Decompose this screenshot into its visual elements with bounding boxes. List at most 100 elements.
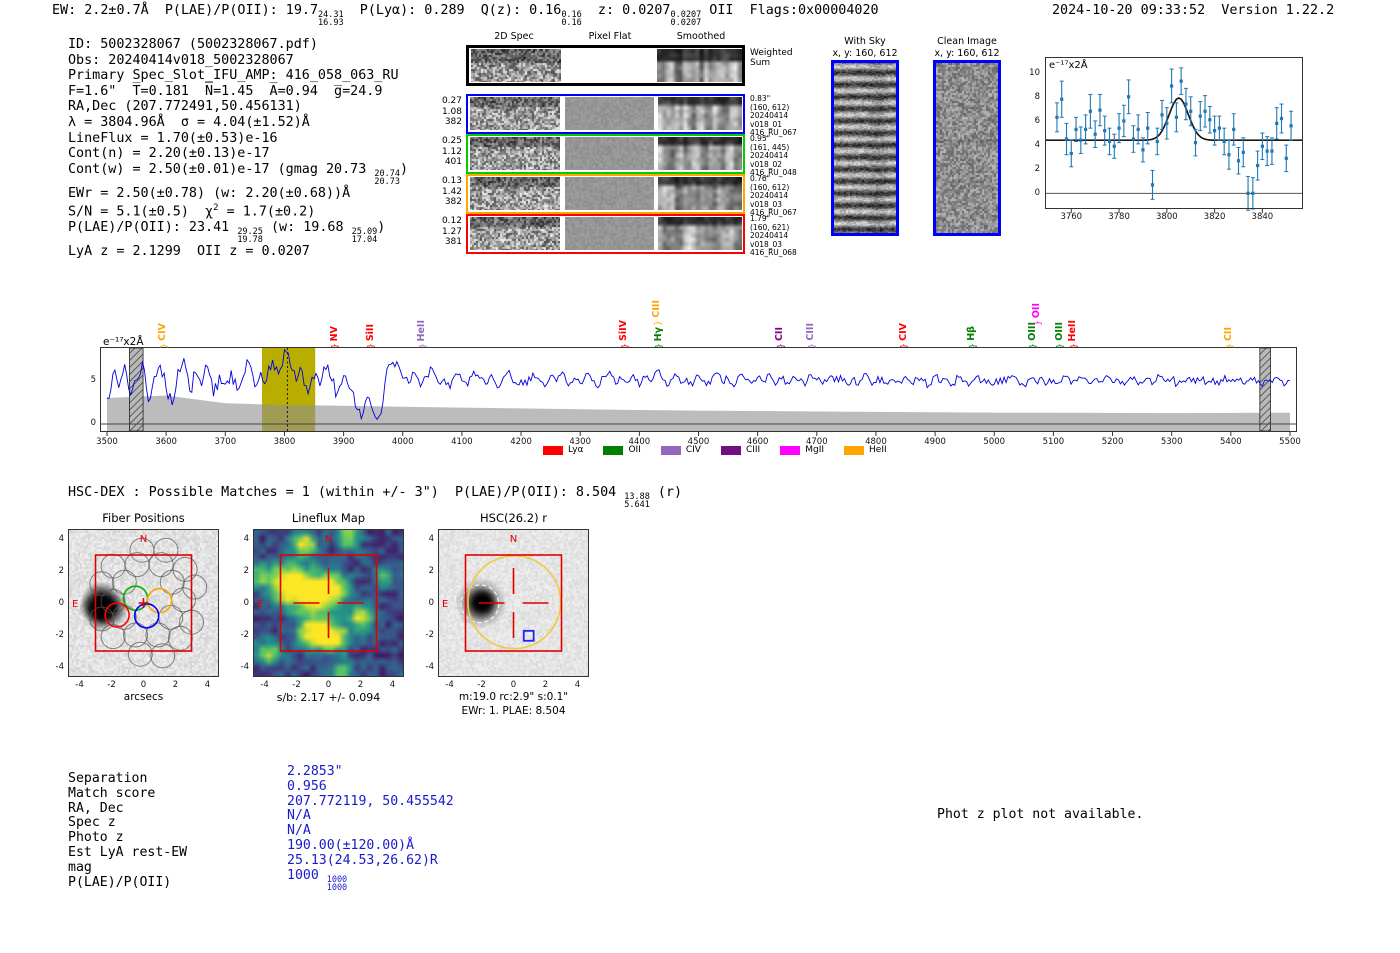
spectrum-x-tick-label: 5300: [1160, 437, 1183, 447]
svg-text:E: E: [442, 599, 448, 610]
inset-flux-units-annotation: e⁻¹⁷x2Å: [1049, 60, 1088, 71]
weighted-sum-row: [466, 45, 745, 86]
cutout-y-tick-label: 2: [243, 566, 249, 576]
legend-label: CIII: [745, 445, 761, 455]
line-fit-inset-plot: [1045, 57, 1303, 215]
table-row-value: 2.2853": [287, 764, 343, 779]
legend-swatch: [720, 445, 741, 455]
row-left-label-line: 382: [444, 197, 462, 207]
emission-line-label: NV {: [327, 302, 341, 350]
row-left-labels: 0.27 1.08 382: [418, 96, 462, 128]
svg-text:N: N: [510, 534, 517, 545]
row-2dspec-image: [470, 217, 560, 250]
row-left-labels: 0.12 1.27 381: [418, 216, 462, 248]
cutout-x-tick-label: -4: [75, 680, 84, 690]
row-right-label-line: 416_RU_068: [750, 248, 797, 257]
info-line: LyA z = 2.1299 OII z = 0.0207: [68, 244, 310, 260]
emission-line-label-text: CIV: [897, 323, 909, 341]
row-left-label-line: 0.12: [441, 216, 462, 226]
match-table-values: 2.2853" 0.956 207.772119, 50.455542 N/A N/A 1…: [287, 764, 454, 892]
lineflux-map-title: Lineflux Map: [291, 511, 366, 525]
cutout-y-tick-label: 2: [428, 566, 434, 576]
cutout-x-tick-label: -2: [477, 680, 486, 690]
emission-line-label-brace: {: [618, 343, 629, 349]
emission-line-label-brace: {: [416, 343, 427, 349]
inset-x-tick-label: 3760: [1060, 212, 1083, 222]
emission-line-label-brace: {: [805, 343, 816, 349]
emission-line-label-brace: {: [1031, 320, 1042, 326]
emission-line-label-brace: {: [966, 343, 977, 349]
row-left-label-line: 0.27: [441, 96, 462, 106]
cutout-x-tick-label: 4: [204, 680, 211, 690]
cutout-y-tick-label: 2: [58, 566, 64, 576]
emission-line-label-brace: {: [157, 343, 168, 349]
legend-item: HeII: [844, 445, 887, 455]
table-row-label: mag: [68, 859, 92, 875]
emission-line-label: CIV {: [896, 302, 910, 350]
table-row-value: N/A: [287, 808, 311, 824]
hsc-cutout-title: HSC(26.2) r: [480, 511, 547, 525]
row-2dspec-image: [470, 97, 560, 130]
table-row-value: 25.13(24.53,26.62)R: [287, 852, 438, 868]
spectrum-x-tick-label: 3500: [96, 437, 118, 447]
info-line: Cont(n) = 2.20(±0.13)e-17: [68, 146, 270, 162]
emission-line-label-text: NV: [328, 325, 340, 341]
row-left-label-line: 401: [444, 157, 462, 167]
column-header-2dspec: 2D Spec: [494, 31, 534, 42]
row-left-label-line: 1.27: [441, 226, 462, 237]
emission-line-label-brace: {: [365, 343, 376, 349]
emission-line-label-text: CIII: [805, 323, 817, 341]
stacked-fraction: 24.31 16.93: [318, 10, 344, 28]
cutout-x-tick-label: -2: [292, 680, 301, 690]
row-smoothed-image: [658, 217, 742, 250]
table-row-value: 207.772119, 50.455542: [287, 793, 454, 809]
table-row-label: Est LyA rest-EW: [68, 844, 188, 860]
withsky-title-text: With Sky: [844, 36, 886, 47]
cutout-x-tick-label: 4: [574, 680, 581, 690]
row-left-label-line: 0.25: [441, 136, 462, 146]
legend-swatch: [660, 445, 681, 455]
fiber-positions-xlabel: arcsecs: [123, 691, 164, 703]
stacked-fraction: 0.16 0.16: [561, 10, 582, 28]
legend-item: Lyα: [543, 445, 583, 455]
legend-item: MgII: [780, 445, 824, 455]
emission-line-label-text: CII: [774, 326, 786, 341]
row-smoothed-image: [658, 137, 742, 170]
weighted-sum-label-line: Weighted: [750, 48, 793, 58]
withsky-image-panel: [831, 60, 899, 236]
fiber-cutout-row: [466, 94, 745, 134]
inset-y-tick-label: 8: [1034, 91, 1040, 102]
svg-text:E: E: [72, 599, 78, 610]
emission-line-label-brace: {: [774, 343, 785, 349]
spectrum-x-tick-label: 3600: [155, 437, 177, 447]
cleanimage-title: Clean Image x, y: 160, 612: [922, 36, 1012, 59]
plot-overlay-svg: NE: [253, 529, 404, 677]
emission-line-label-text: CIV: [157, 323, 169, 341]
emission-line-label: CIV {: [156, 302, 170, 350]
hsc-caption-1: m:19.0 rc:2.9" s:0.1": [458, 691, 569, 703]
cutout-y-tick-label: 0: [243, 598, 249, 608]
fiber-cutout-row: [466, 174, 745, 214]
inset-x-tick-label: 3840: [1251, 212, 1274, 222]
info-line: ID: 5002328067 (5002328067.pdf): [68, 37, 318, 52]
fiber-positions-title: Fiber Positions: [102, 511, 185, 525]
emission-line-label: CII {: [1221, 302, 1235, 350]
inset-y-tick-label: 2: [1034, 164, 1040, 175]
row-left-label-line: 382: [444, 117, 462, 127]
emission-line-label-text: CII: [1222, 326, 1234, 341]
legend-item: CIII: [720, 445, 761, 455]
cutout-y-tick-label: 4: [243, 534, 249, 544]
hsc-cutout-plot: NE: [438, 529, 589, 677]
emission-line-label: OIII {: [1052, 302, 1066, 350]
spectrum-x-tick-label: 5500: [1279, 437, 1301, 447]
fiber-cutout-row: [466, 134, 745, 174]
emission-line-label-text: HeII: [416, 319, 428, 341]
row-left-label-line: 1.12: [441, 146, 462, 157]
legend-swatch: [844, 445, 865, 455]
legend-label: OII: [628, 445, 641, 455]
emission-line-label-brace: {: [1067, 343, 1078, 349]
emission-line-label-text: SiII: [364, 323, 376, 341]
hsc-caption-2: EWr: 1. PLAE: 8.504: [461, 705, 566, 717]
full-spectrum-svg: [100, 347, 1297, 436]
withsky-title: With Sky x, y: 160, 612: [820, 36, 910, 59]
